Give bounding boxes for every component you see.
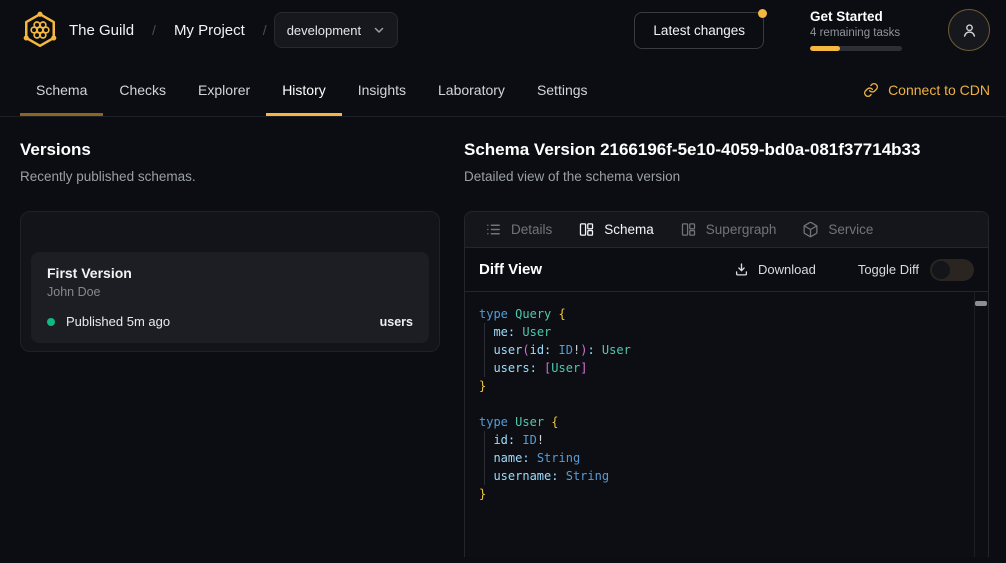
code-line: user(id: ID!): User	[479, 341, 968, 359]
code-line: users: [User]	[479, 359, 968, 377]
app-header: The Guild / My Project / development Lat…	[0, 0, 1006, 60]
code-line: username: String	[479, 467, 968, 485]
version-detail-panel: Schema Version 2166196f-5e10-4059-bd0a-0…	[464, 140, 989, 557]
toggle-diff-switch[interactable]	[930, 259, 974, 281]
breadcrumb-separator: /	[152, 22, 156, 38]
code-line: type User {	[479, 413, 968, 431]
get-started-widget[interactable]: Get Started 4 remaining tasks	[810, 9, 902, 51]
versions-panel: Versions Recently published schemas. Fir…	[20, 140, 440, 557]
nav-tab-settings[interactable]: Settings	[521, 60, 604, 116]
published-status-dot	[47, 318, 55, 326]
diff-actions: Download Toggle Diff	[728, 259, 974, 281]
version-detail-subtitle: Detailed view of the schema version	[464, 169, 989, 184]
get-started-progress-fill	[810, 46, 840, 51]
latest-changes-button[interactable]: Latest changes	[634, 12, 764, 49]
cube-icon	[802, 221, 819, 238]
nav-tab-label: Explorer	[198, 82, 250, 98]
version-status-text: Published 5m ago	[66, 314, 170, 329]
person-icon	[960, 21, 979, 40]
link-icon	[863, 82, 879, 98]
get-started-subtitle: 4 remaining tasks	[810, 27, 902, 39]
latest-changes-label: Latest changes	[653, 23, 745, 38]
code-line: name: String	[479, 449, 968, 467]
download-button[interactable]: Download	[728, 261, 822, 278]
nav-tab-label: Laboratory	[438, 82, 505, 98]
columns-icon	[578, 221, 595, 238]
nav-tab-label: History	[282, 82, 326, 98]
user-avatar[interactable]	[948, 9, 990, 51]
detail-tab-schema[interactable]: Schema	[565, 212, 667, 247]
version-status-row: Published 5m ago users	[47, 314, 413, 329]
diff-toolbar: Diff View Download Toggle Diff	[465, 248, 988, 291]
main-content: Versions Recently published schemas. Fir…	[0, 117, 1006, 557]
code-line: id: ID!	[479, 431, 968, 449]
breadcrumb-separator: /	[263, 22, 267, 38]
diff-view-title: Diff View	[479, 261, 542, 278]
versions-title: Versions	[20, 140, 440, 160]
breadcrumb-project[interactable]: My Project	[174, 22, 245, 39]
detail-tab-label: Schema	[604, 222, 654, 237]
toggle-knob	[932, 261, 950, 279]
primary-nav: Schema Checks Explorer History Insights Labor…	[0, 60, 1006, 117]
get-started-progress-bar	[810, 46, 902, 51]
versions-subtitle: Recently published schemas.	[20, 169, 440, 184]
notification-dot	[758, 9, 767, 18]
nav-tab-explorer[interactable]: Explorer	[182, 60, 266, 116]
version-name: First Version	[47, 265, 413, 281]
code-scrollbar-thumb[interactable]	[975, 301, 987, 306]
toggle-diff-label: Toggle Diff	[858, 262, 919, 277]
detail-tab-label: Details	[511, 222, 552, 237]
code-line	[479, 395, 968, 413]
get-started-title: Get Started	[810, 9, 902, 24]
version-list-item[interactable]: First Version John Doe Published 5m ago …	[31, 252, 429, 343]
code-scrollbar-track	[974, 292, 988, 557]
nav-tab-label: Schema	[36, 82, 87, 98]
breadcrumb: The Guild / My Project /	[69, 22, 267, 39]
nav-tab-laboratory[interactable]: Laboratory	[422, 60, 521, 116]
detail-tab-service[interactable]: Service	[789, 212, 886, 247]
connect-to-cdn-link[interactable]: Connect to CDN	[863, 60, 990, 116]
header-right: Latest changes Get Started 4 remaining t…	[634, 9, 990, 51]
version-service-badge: users	[380, 315, 413, 329]
download-label: Download	[758, 262, 816, 277]
detail-tab-label: Service	[828, 222, 873, 237]
detail-tab-label: Supergraph	[706, 222, 777, 237]
target-select[interactable]: development	[274, 12, 398, 48]
nav-tab-checks[interactable]: Checks	[103, 60, 182, 116]
download-icon	[734, 262, 749, 277]
version-author: John Doe	[47, 285, 413, 299]
connect-to-cdn-label: Connect to CDN	[888, 82, 990, 98]
code-line: type Query {	[479, 305, 968, 323]
list-icon	[485, 221, 502, 238]
target-select-value: development	[287, 23, 361, 38]
nav-tab-label: Checks	[119, 82, 166, 98]
breadcrumb-org[interactable]: The Guild	[69, 22, 134, 39]
nav-tab-insights[interactable]: Insights	[342, 60, 422, 116]
nav-tab-label: Settings	[537, 82, 588, 98]
schema-detail-card: Details Schema Supergraph Service Diff View…	[464, 211, 989, 557]
hive-logo-icon[interactable]	[20, 10, 60, 50]
version-detail-title: Schema Version 2166196f-5e10-4059-bd0a-0…	[464, 140, 989, 160]
code-line: }	[479, 485, 968, 503]
nav-tab-schema[interactable]: Schema	[20, 60, 103, 116]
code-line: }	[479, 377, 968, 395]
detail-tab-supergraph[interactable]: Supergraph	[667, 212, 790, 247]
versions-card: First Version John Doe Published 5m ago …	[20, 211, 440, 352]
chevron-down-icon	[373, 24, 385, 36]
code-block: type Query { me: User user(id: ID!): Use…	[479, 305, 968, 503]
detail-tab-details[interactable]: Details	[472, 212, 565, 247]
columns-icon	[680, 221, 697, 238]
nav-tab-label: Insights	[358, 82, 406, 98]
schema-code-viewer[interactable]: type Query { me: User user(id: ID!): Use…	[465, 291, 988, 557]
detail-tabstrip: Details Schema Supergraph Service	[465, 212, 988, 248]
code-line: me: User	[479, 323, 968, 341]
primary-nav-tabs: Schema Checks Explorer History Insights Labor…	[20, 60, 604, 116]
nav-tab-history[interactable]: History	[266, 60, 342, 116]
